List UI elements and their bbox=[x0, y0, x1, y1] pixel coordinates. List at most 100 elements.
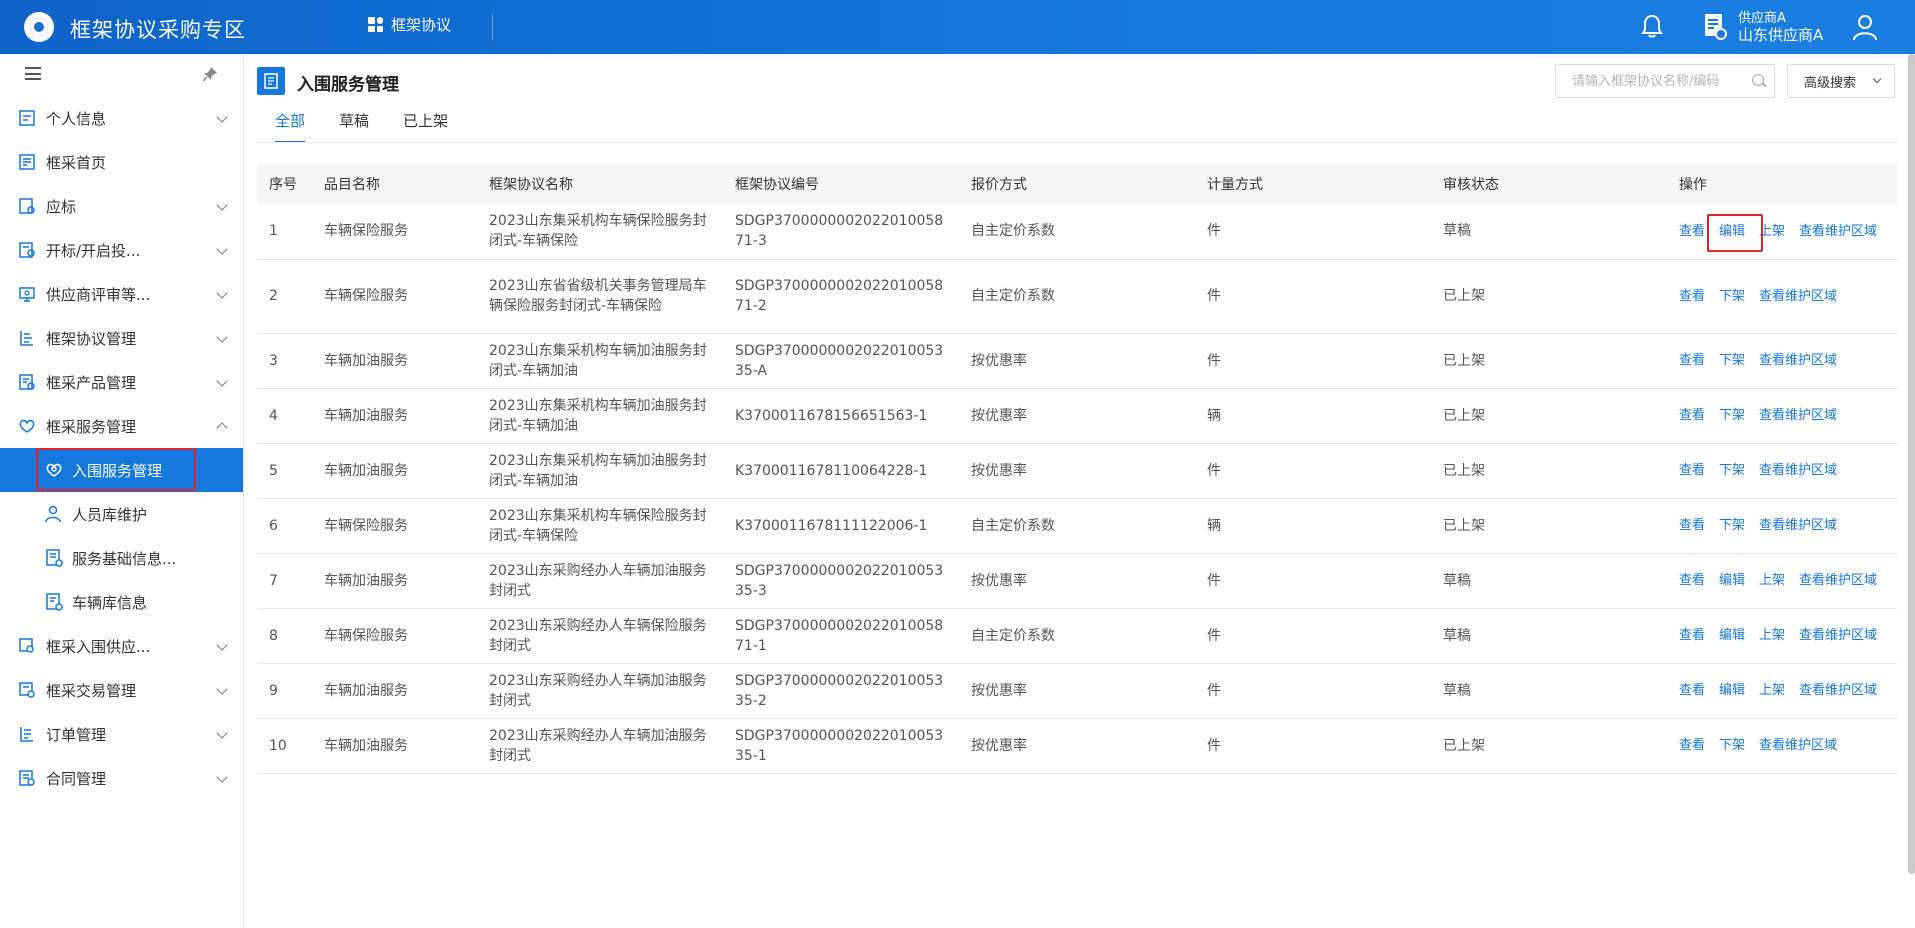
user-role-label: 供应商A bbox=[1738, 11, 1786, 26]
view-link[interactable]: 查看 bbox=[1679, 463, 1705, 478]
bell-icon[interactable] bbox=[1638, 12, 1666, 40]
chevron-down-icon bbox=[216, 727, 228, 739]
sidebar-item-order-mgmt[interactable]: 订单管理 bbox=[0, 712, 243, 756]
delist-link[interactable]: 下架 bbox=[1719, 353, 1745, 368]
col-header-quote: 报价方式 bbox=[971, 177, 1027, 193]
delist-link[interactable]: 下架 bbox=[1719, 738, 1745, 753]
view-link[interactable]: 查看 bbox=[1679, 518, 1705, 533]
cell-status: 草稿 bbox=[1431, 553, 1667, 609]
view-region-link[interactable]: 查看维护区域 bbox=[1759, 408, 1837, 423]
cell-quote: 按优惠率 bbox=[959, 553, 1195, 609]
cell-name: 2023山东采购经办人车辆保险服务封闭式 bbox=[477, 608, 723, 664]
sidebar-item-contract-mgmt[interactable]: 合同管理 bbox=[0, 756, 243, 800]
col-header-status: 审核状态 bbox=[1443, 177, 1499, 193]
header-divider bbox=[492, 14, 493, 40]
view-link[interactable]: 查看 bbox=[1679, 353, 1705, 368]
cell-unit: 件 bbox=[1195, 259, 1431, 334]
sidebar-item-label: 框采入围供应... bbox=[46, 637, 151, 656]
sidebar-subitem-service-info[interactable]: 服务基础信息... bbox=[0, 536, 243, 580]
view-region-link[interactable]: 查看维护区域 bbox=[1759, 353, 1837, 368]
list-link[interactable]: 上架 bbox=[1759, 573, 1785, 588]
edit-link[interactable]: 编辑 bbox=[1719, 573, 1745, 588]
sidebar-subitem-vehicle-info[interactable]: 车辆库信息 bbox=[0, 580, 243, 624]
search-icon[interactable] bbox=[1752, 74, 1764, 86]
view-link[interactable]: 查看 bbox=[1679, 738, 1705, 753]
top-header: 框架协议采购专区 框架协议 供应商A 山东供应商A bbox=[0, 0, 1915, 54]
sidebar-item-label: 开标/开启投... bbox=[46, 241, 141, 260]
cell-status: 已上架 bbox=[1431, 333, 1667, 389]
view-region-link[interactable]: 查看维护区域 bbox=[1759, 518, 1837, 533]
advanced-search-button[interactable]: 高级搜索 bbox=[1787, 64, 1895, 98]
delist-link[interactable]: 下架 bbox=[1719, 408, 1745, 423]
view-region-link[interactable]: 查看维护区域 bbox=[1759, 463, 1837, 478]
list-link[interactable]: 上架 bbox=[1759, 628, 1785, 643]
delist-link[interactable]: 下架 bbox=[1719, 289, 1745, 304]
edit-link[interactable]: 编辑 bbox=[1707, 213, 1764, 252]
cell-code: K3700011678110064228-1 bbox=[723, 443, 959, 499]
col-header-code: 框架协议编号 bbox=[735, 177, 819, 193]
cell-name: 2023山东省省级机关事务管理局车辆保险服务封闭式-车辆保险 bbox=[477, 259, 723, 334]
view-link[interactable]: 查看 bbox=[1679, 683, 1705, 698]
table-row: 3 车辆加油服务 2023山东集采机构车辆加油服务封闭式-车辆加油 SDGP37000… bbox=[257, 333, 1897, 389]
cell-quote: 自主定价系数 bbox=[959, 498, 1195, 554]
view-region-link[interactable]: 查看维护区域 bbox=[1799, 573, 1877, 588]
cell-code: SDGP370000000202201005871-3 bbox=[723, 204, 959, 260]
cell-unit: 件 bbox=[1195, 718, 1431, 774]
cell-name: 2023山东采购经办人车辆加油服务封闭式 bbox=[477, 553, 723, 609]
sidebar-item-label: 个人信息 bbox=[46, 109, 107, 128]
sidebar-item-trade-mgmt[interactable]: 框采交易管理 bbox=[0, 668, 243, 712]
status-tabs: 全部 草稿 已上架 bbox=[275, 110, 448, 143]
user-info[interactable]: 供应商A 山东供应商A bbox=[1738, 10, 1823, 44]
sidebar-item-agreement-mgmt[interactable]: 框架协议管理 bbox=[0, 316, 243, 360]
sidebar-subitem-shortlisted-service[interactable]: 入围服务管理 bbox=[0, 448, 243, 492]
user-avatar-icon[interactable] bbox=[1850, 12, 1880, 42]
table-row: 5 车辆加油服务 2023山东集采机构车辆加油服务封闭式-车辆加油 K37000116… bbox=[257, 443, 1897, 499]
sidebar-subitem-personnel[interactable]: 人员库维护 bbox=[0, 492, 243, 536]
top-nav-framework-agreement[interactable]: 框架协议 bbox=[368, 14, 451, 35]
sidebar-item-home[interactable]: 框采首页 bbox=[0, 140, 243, 184]
cell-quote: 按优惠率 bbox=[959, 663, 1195, 719]
search-input[interactable] bbox=[1555, 64, 1775, 98]
delist-link[interactable]: 下架 bbox=[1719, 463, 1745, 478]
view-link[interactable]: 查看 bbox=[1679, 289, 1705, 304]
view-link[interactable]: 查看 bbox=[1679, 628, 1705, 643]
sidebar-item-personal-info[interactable]: 个人信息 bbox=[0, 96, 243, 140]
pin-icon[interactable] bbox=[202, 66, 218, 82]
cell-code: K3700011678156651563-1 bbox=[723, 388, 959, 444]
cell-item: 车辆加油服务 bbox=[312, 718, 477, 774]
edit-link[interactable]: 编辑 bbox=[1719, 628, 1745, 643]
view-region-link[interactable]: 查看维护区域 bbox=[1799, 628, 1877, 643]
sidebar-tools bbox=[0, 54, 243, 96]
sidebar-item-service-mgmt[interactable]: 框采服务管理 bbox=[0, 404, 243, 448]
delist-link[interactable]: 下架 bbox=[1719, 518, 1745, 533]
list-link[interactable]: 上架 bbox=[1759, 683, 1785, 698]
chevron-down-icon bbox=[216, 331, 228, 343]
edit-link[interactable]: 编辑 bbox=[1719, 683, 1745, 698]
cell-ops: 查看 下架 查看维护区域 bbox=[1667, 333, 1897, 389]
cell-no: 2 bbox=[257, 259, 312, 334]
tab-listed[interactable]: 已上架 bbox=[403, 110, 448, 143]
sidebar-item-supplier-review[interactable]: 供应商评审等... bbox=[0, 272, 243, 316]
view-link[interactable]: 查看 bbox=[1679, 224, 1705, 239]
cell-code: SDGP370000000202201005335-A bbox=[723, 333, 959, 389]
cell-item: 车辆加油服务 bbox=[312, 443, 477, 499]
menu-toggle-icon[interactable] bbox=[25, 67, 41, 80]
view-link[interactable]: 查看 bbox=[1679, 573, 1705, 588]
view-link[interactable]: 查看 bbox=[1679, 408, 1705, 423]
view-region-link[interactable]: 查看维护区域 bbox=[1759, 738, 1837, 753]
tab-draft[interactable]: 草稿 bbox=[339, 110, 369, 143]
view-region-link[interactable]: 查看维护区域 bbox=[1799, 224, 1877, 239]
sidebar-item-bid[interactable]: 应标 bbox=[0, 184, 243, 228]
cell-quote: 自主定价系数 bbox=[959, 204, 1195, 260]
sidebar-item-product-mgmt[interactable]: 框采产品管理 bbox=[0, 360, 243, 404]
cell-unit: 辆 bbox=[1195, 388, 1431, 444]
vertical-scrollbar[interactable] bbox=[1908, 54, 1915, 874]
page-title: 入围服务管理 bbox=[297, 75, 399, 95]
cell-ops: 查看 编辑 上架 查看维护区域 bbox=[1667, 608, 1897, 664]
view-region-link[interactable]: 查看维护区域 bbox=[1759, 289, 1837, 304]
tab-all[interactable]: 全部 bbox=[275, 110, 306, 143]
sidebar-item-open-bid[interactable]: 开标/开启投... bbox=[0, 228, 243, 272]
view-region-link[interactable]: 查看维护区域 bbox=[1799, 683, 1877, 698]
sidebar-item-shortlisted-supplier[interactable]: 框采入围供应... bbox=[0, 624, 243, 668]
home-doc-icon bbox=[19, 154, 35, 170]
